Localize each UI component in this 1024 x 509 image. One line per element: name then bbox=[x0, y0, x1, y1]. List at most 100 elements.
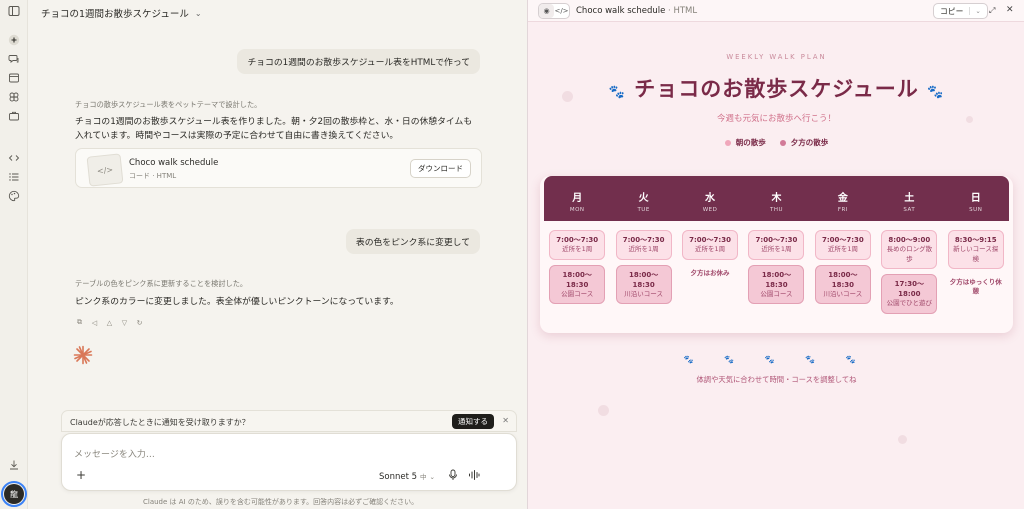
copy-button[interactable]: コピー ⌄ bbox=[933, 3, 988, 19]
morning-walk-slot: 7:00〜7:30 近所を1周 bbox=[615, 230, 672, 260]
morning-walk-slot: 7:00〜7:30 近所を1周 bbox=[682, 230, 739, 260]
artifact-subtitle: コード · HTML bbox=[129, 172, 177, 180]
legend-swatch bbox=[779, 140, 786, 146]
slot-place: 近所を1周 bbox=[562, 245, 593, 254]
code-icon[interactable]: </> bbox=[554, 4, 569, 18]
enable-notifications-button[interactable]: 通知する bbox=[452, 414, 494, 429]
day-name: 土 bbox=[904, 193, 915, 204]
code-icon[interactable] bbox=[8, 152, 20, 164]
copy-icon[interactable]: ⧉ bbox=[75, 318, 84, 327]
chevron-down-icon[interactable]: ⌄ bbox=[969, 7, 981, 15]
thumbs-down-icon[interactable]: ▽ bbox=[120, 318, 129, 327]
code-file-icon: </> bbox=[86, 153, 124, 187]
day-column: 8:00〜9:00 長めのロング散歩 17:30〜18:00 公園でひと遊び bbox=[876, 230, 942, 330]
chevron-down-icon: ⌄ bbox=[194, 8, 202, 18]
day-header: 土 SAT bbox=[876, 176, 942, 221]
legend-label: 朝の散歩 bbox=[735, 138, 766, 147]
sidebar-toggle-icon[interactable] bbox=[8, 5, 20, 17]
slot-place: 長めのロング散歩 bbox=[886, 245, 933, 263]
thinking-summary[interactable]: チョコの散歩スケジュール表をペットテーマで設計した。 bbox=[75, 100, 261, 110]
artifacts-icon[interactable] bbox=[8, 91, 20, 103]
slot-place: 近所を1周 bbox=[761, 245, 792, 254]
artifact-name: Choco walk schedule bbox=[576, 6, 666, 16]
expand-icon[interactable]: ⤢ bbox=[989, 6, 995, 16]
assistant-message: チョコの1週間のお散歩スケジュール表を作りました。朝・夕2回の散歩枠と、水・日の… bbox=[75, 117, 473, 141]
day-name: 火 bbox=[638, 193, 649, 204]
day-name-en: TUE bbox=[637, 207, 650, 213]
day-column: 8:30〜9:15 新しいコース探検 夕方はゆっくり休憩 bbox=[943, 230, 1009, 330]
projects-icon[interactable] bbox=[8, 72, 20, 84]
evening-walk-slot: 18:00〜18:30 公園コース bbox=[549, 264, 606, 305]
eye-icon[interactable]: ◉ bbox=[539, 4, 554, 18]
thinking-summary[interactable]: テーブルの色をピンク系に更新することを検討した。 bbox=[75, 279, 247, 289]
message-input[interactable]: メッセージを入力… bbox=[74, 447, 155, 460]
slot-place: 公園でひと遊び bbox=[886, 299, 932, 308]
rest-slot: 夕方はゆっくり休憩 bbox=[949, 277, 1002, 296]
day-name-en: SAT bbox=[903, 207, 916, 213]
download-button[interactable]: ダウンロード bbox=[410, 159, 471, 178]
retry-icon[interactable]: ↻ bbox=[135, 318, 144, 327]
chat-title-menu[interactable]: チョコの1週間お散歩スケジュール ⌄ bbox=[41, 6, 202, 21]
slot-place: 近所を1周 bbox=[827, 245, 858, 254]
slot-time: 18:00〜18:30 bbox=[761, 270, 792, 289]
slot-time: 8:30〜9:15 bbox=[954, 236, 997, 244]
paw-icon: 🐾 bbox=[927, 85, 945, 100]
assistant-message: ピンク系のカラーに変更しました。表全体が優しいピンクトーンになっています。 bbox=[75, 297, 399, 307]
day-name: 金 bbox=[837, 193, 848, 204]
user-message: 表の色をピンク系に変更して bbox=[345, 229, 480, 254]
schedule-header: 月 MON 火 TUE 水 WED 木 THU 金 FRI 土 SAT 日 SUN bbox=[544, 176, 1009, 221]
paw-prints-icon: 🐾 🐾 🐾 🐾 🐾 bbox=[683, 355, 870, 364]
thumbs-up-icon[interactable]: △ bbox=[105, 318, 114, 327]
artifact-language: · HTML bbox=[668, 6, 698, 16]
paw-icon: 🐾 bbox=[608, 85, 626, 100]
voice-mode-icon[interactable] bbox=[468, 469, 480, 481]
new-chat-icon[interactable] bbox=[8, 34, 20, 46]
slot-time: 7:00〜7:30 bbox=[821, 236, 864, 244]
close-icon[interactable]: ✕ bbox=[502, 416, 509, 425]
palette-icon[interactable] bbox=[8, 190, 20, 202]
artifact-card[interactable]: </> Choco walk schedule コード · HTML ダウンロー… bbox=[75, 148, 482, 188]
day-header: 日 SUN bbox=[943, 176, 1009, 221]
message-composer[interactable]: メッセージを入力… + Sonnet 5 中 ⌄ bbox=[61, 433, 517, 491]
legend: 朝の散歩 夕方の散歩 bbox=[528, 137, 1024, 148]
day-column: 7:00〜7:30 近所を1周夕方はお休み bbox=[677, 230, 743, 330]
page-subtitle: 今週も元気にお散歩へ行こう！ bbox=[716, 114, 836, 124]
day-name-en: THU bbox=[769, 207, 783, 213]
slot-time: 18:00〜18:30 bbox=[628, 270, 659, 289]
microphone-icon[interactable] bbox=[448, 469, 458, 481]
user-message: チョコの1週間のお散歩スケジュール表をHTMLで作って bbox=[237, 49, 480, 74]
schedule-table: 月 MON 火 TUE 水 WED 木 THU 金 FRI 土 SAT 日 SUN 7:00〜7:30 近所… bbox=[540, 176, 1013, 333]
user-avatar[interactable]: 龍 bbox=[1, 481, 27, 507]
day-column: 7:00〜7:30 近所を1周 18:00〜18:30 公園コース bbox=[743, 230, 809, 330]
decor-circle bbox=[598, 405, 609, 416]
schedule-body: 7:00〜7:30 近所を1周 18:00〜18:30 公園コース 7:00〜7:30 近… bbox=[544, 230, 1009, 330]
chats-icon[interactable] bbox=[8, 53, 20, 65]
slot-place: 川沿いコース bbox=[823, 289, 863, 298]
close-icon[interactable]: ✕ bbox=[1006, 5, 1014, 15]
model-selector[interactable]: Sonnet 5 中 ⌄ bbox=[379, 471, 435, 482]
slot-time: 18:00〜18:30 bbox=[828, 270, 858, 289]
day-header: 月 MON bbox=[544, 176, 610, 221]
notification-text: Claudeが応答したときに通知を受け取りますか？ bbox=[70, 418, 250, 427]
slot-time: 7:00〜7:30 bbox=[622, 236, 665, 244]
day-header: 金 FRI bbox=[810, 176, 876, 221]
evening-walk-slot: 18:00〜18:30 公園コース bbox=[748, 264, 805, 305]
day-column: 7:00〜7:30 近所を1周 18:00〜18:30 公園コース bbox=[544, 230, 610, 330]
list-icon[interactable] bbox=[8, 171, 20, 183]
footnote: 体調や天気に合わせて時間・コースを調整してね bbox=[696, 375, 857, 384]
evening-walk-slot: 17:30〜18:00 公園でひと遊び bbox=[881, 273, 938, 314]
day-name-en: SUN bbox=[969, 207, 983, 213]
disclaimer-text: Claude は AI のため、誤りを含む可能性があります。回答内容は必ずご確認… bbox=[143, 498, 419, 506]
evening-walk-slot: 18:00〜18:30 川沿いコース bbox=[814, 264, 871, 305]
day-column: 7:00〜7:30 近所を1周 18:00〜18:30 川沿いコース bbox=[610, 230, 676, 330]
claude-spark-icon bbox=[73, 345, 93, 365]
artifact-pane: ◉ </> Choco walk schedule · HTML コピー ⌄ ⤢ … bbox=[527, 0, 1024, 509]
preview-code-toggle[interactable]: ◉ </> bbox=[538, 3, 570, 19]
download-icon[interactable] bbox=[8, 459, 20, 471]
briefcase-icon[interactable] bbox=[8, 110, 20, 122]
rest-slot: 夕方はお休み bbox=[690, 268, 730, 277]
slot-time: 18:00〜18:30 bbox=[562, 270, 592, 289]
speaker-icon[interactable]: ◁ bbox=[90, 318, 99, 327]
decor-circle bbox=[898, 435, 907, 444]
add-attachment-icon[interactable]: + bbox=[76, 468, 86, 482]
